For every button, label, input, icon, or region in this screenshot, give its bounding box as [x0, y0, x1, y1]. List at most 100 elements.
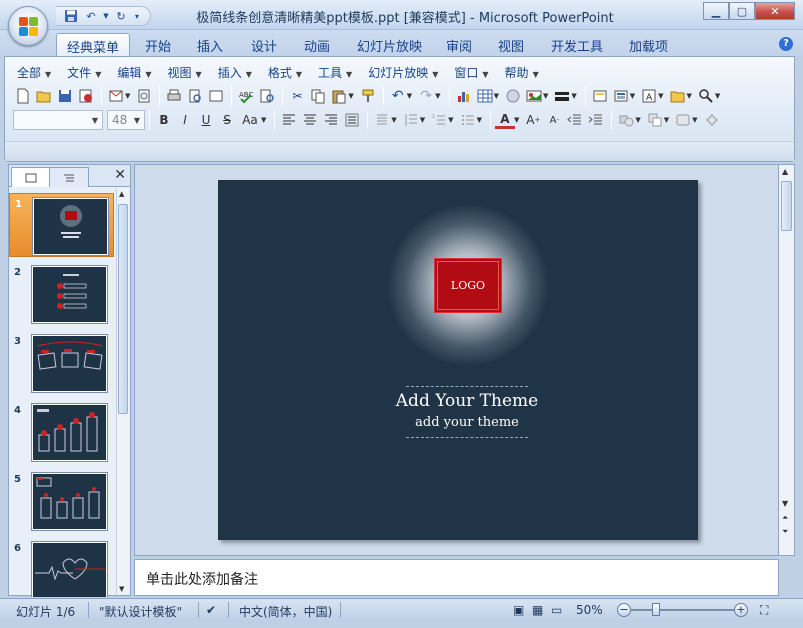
menu-help[interactable]: 帮助 ▼ — [499, 62, 549, 82]
underline-icon[interactable]: U — [196, 110, 216, 130]
tab-developer[interactable]: 开发工具 — [541, 33, 613, 56]
align-center-icon[interactable] — [300, 110, 320, 130]
menu-tools[interactable]: 工具 ▼ — [312, 62, 362, 82]
fit-to-window-icon[interactable]: ⛶ — [760, 603, 768, 618]
maximize-button[interactable]: ▢ — [729, 2, 755, 20]
spelling-icon[interactable]: ABC — [236, 86, 256, 106]
tab-insert[interactable]: 插入 — [187, 33, 233, 56]
new-slide-icon[interactable] — [590, 86, 610, 106]
slide-title[interactable]: Add Your Theme — [218, 391, 698, 411]
align-right-icon[interactable] — [321, 110, 341, 130]
undo-icon[interactable]: ↶ — [82, 8, 100, 24]
numbering-icon[interactable]: 1 — [429, 110, 449, 130]
line-spacing-icon[interactable] — [401, 110, 421, 130]
minimize-button[interactable]: ▁ — [703, 2, 729, 20]
menu-slideshow[interactable]: 幻灯片放映 ▼ — [362, 62, 448, 82]
quick-styles-icon[interactable] — [673, 110, 693, 130]
folder-icon[interactable] — [668, 86, 688, 106]
tab-addins[interactable]: 加载项 — [619, 33, 678, 56]
permission-icon[interactable] — [76, 86, 96, 106]
print-icon[interactable] — [164, 86, 184, 106]
attach-icon[interactable] — [134, 86, 154, 106]
font-color-icon[interactable]: A — [494, 111, 515, 129]
grow-font-icon[interactable]: A + — [523, 110, 543, 130]
slides-tab[interactable] — [11, 167, 51, 187]
cut-icon[interactable]: ✂ — [287, 86, 307, 106]
slide-thumb-1[interactable]: 1 — [9, 193, 114, 257]
tab-animation[interactable]: 动画 — [294, 33, 340, 56]
change-case-icon[interactable]: Aa — [238, 110, 262, 130]
slide-scroll-thumb[interactable] — [781, 181, 792, 231]
format-painter-icon[interactable] — [358, 86, 378, 106]
table-icon[interactable] — [475, 86, 495, 106]
undo-icon[interactable]: ↶ — [388, 86, 408, 106]
new-document-icon[interactable] — [13, 86, 33, 106]
redo-icon[interactable]: ↷ — [416, 86, 436, 106]
layout-icon[interactable] — [611, 86, 631, 106]
zoom-level[interactable]: 50% — [576, 603, 603, 617]
tab-review[interactable]: 审阅 — [436, 33, 482, 56]
slide-subtitle[interactable]: add your theme — [218, 415, 698, 430]
close-button[interactable]: ✕ — [755, 2, 795, 20]
textbox-icon[interactable]: A — [639, 86, 659, 106]
clipart-icon[interactable] — [503, 86, 523, 106]
line-style-icon[interactable] — [552, 86, 572, 106]
research-icon[interactable] — [257, 86, 277, 106]
previous-slide-icon[interactable]: ⏶ — [782, 513, 788, 523]
outline-tab[interactable] — [49, 167, 89, 187]
italic-icon[interactable]: I — [175, 110, 195, 130]
menu-view[interactable]: 视图 ▼ — [162, 62, 212, 82]
notes-pane[interactable]: 单击此处添加备注 — [134, 559, 779, 596]
logo-placeholder[interactable]: LOGO — [434, 258, 502, 313]
justify-icon[interactable] — [342, 110, 362, 130]
increase-indent-icon[interactable] — [586, 110, 606, 130]
tab-view[interactable]: 视图 — [488, 33, 534, 56]
tab-classic-menu[interactable]: 经典菜单 — [56, 33, 131, 56]
zoom-out-icon[interactable]: − — [617, 603, 631, 617]
customize-qat-icon[interactable]: ▾ — [132, 8, 142, 24]
current-slide[interactable]: LOGO Add Your Theme add your theme — [218, 180, 698, 540]
spell-check-icon[interactable]: ✔ — [206, 603, 216, 617]
save-icon[interactable] — [62, 8, 80, 24]
tab-slideshow[interactable]: 幻灯片放映 — [347, 33, 432, 56]
slide-thumb-2[interactable]: 2 — [9, 262, 114, 326]
slide-scrollbar[interactable]: ▲ ▼ ⏶ ⏷ — [779, 164, 795, 556]
normal-view-icon[interactable]: ▣ — [513, 603, 524, 617]
paste-icon[interactable] — [329, 86, 349, 106]
slide-editor[interactable]: LOGO Add Your Theme add your theme — [134, 164, 779, 556]
theme-name[interactable]: "默认设计模板" — [99, 603, 182, 620]
menu-file[interactable]: 文件 ▼ — [61, 62, 111, 82]
open-folder-icon[interactable] — [34, 86, 54, 106]
scroll-up-icon[interactable]: ▲ — [782, 167, 788, 176]
help-icon[interactable]: ? — [779, 37, 793, 51]
shrink-font-icon[interactable]: A- — [544, 110, 564, 130]
shape-fill-icon[interactable] — [702, 110, 722, 130]
copy-icon[interactable] — [308, 86, 328, 106]
insert-picture-icon[interactable] — [524, 86, 544, 106]
redo-icon[interactable]: ↻ — [112, 8, 130, 24]
slide-sorter-icon[interactable]: ▦ — [532, 603, 543, 617]
slideshow-view-icon[interactable]: ▭ — [551, 603, 562, 617]
find-icon[interactable] — [696, 86, 716, 106]
slide-thumb-6[interactable]: 6 — [9, 538, 114, 597]
shapes-icon[interactable] — [616, 110, 636, 130]
chart-icon[interactable] — [454, 86, 474, 106]
save-icon[interactable] — [55, 86, 75, 106]
menu-insert[interactable]: 插入 ▼ — [212, 62, 262, 82]
font-name-combo[interactable]: ▼ — [13, 110, 103, 130]
thumbnail-scrollbar[interactable]: ▲ ▼ — [116, 188, 129, 595]
slide-thumb-3[interactable]: 3 — [9, 331, 114, 395]
slide-thumb-4[interactable]: 4 — [9, 400, 114, 464]
bullets-icon[interactable] — [458, 110, 478, 130]
language-indicator[interactable]: 中文(简体，中国) — [239, 603, 332, 620]
zoom-slider-knob[interactable] — [652, 603, 660, 616]
menu-window[interactable]: 窗口 ▼ — [448, 62, 498, 82]
slide-thumb-5[interactable]: 5 — [9, 469, 114, 533]
office-button[interactable] — [8, 6, 48, 46]
tab-home[interactable]: 开始 — [135, 33, 181, 56]
print-preview-icon[interactable] — [185, 86, 205, 106]
decrease-indent-icon[interactable] — [565, 110, 585, 130]
zoom-slider[interactable] — [630, 609, 736, 611]
font-size-combo[interactable]: 48 ▼ — [107, 110, 145, 130]
bold-icon[interactable]: B — [154, 110, 174, 130]
